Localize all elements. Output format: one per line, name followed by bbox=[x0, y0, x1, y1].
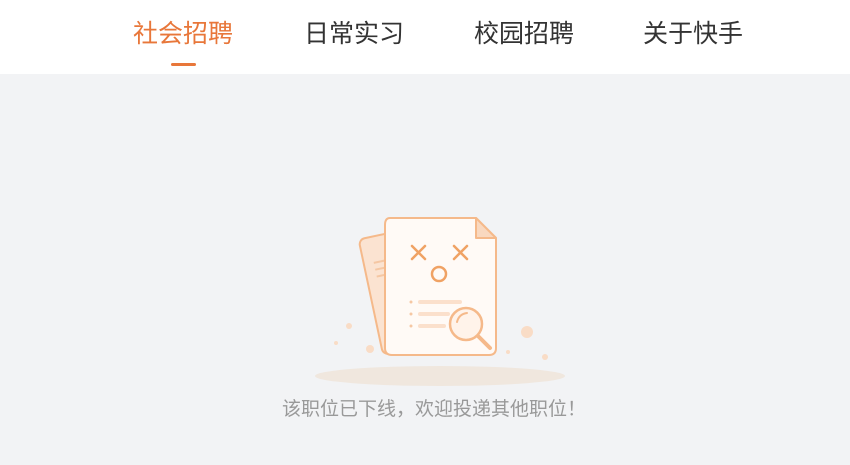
tab-about-kuaishou[interactable]: 关于快手 bbox=[643, 14, 743, 54]
top-navigation: 社会招聘 日常实习 校园招聘 关于快手 bbox=[0, 0, 850, 74]
tab-campus-recruitment[interactable]: 校园招聘 bbox=[474, 14, 574, 54]
active-tab-indicator bbox=[171, 63, 196, 66]
offline-message: 该职位已下线，欢迎投递其他职位！ bbox=[281, 398, 586, 420]
tab-social-recruitment[interactable]: 社会招聘 bbox=[133, 14, 233, 54]
offline-document-icon bbox=[315, 217, 565, 386]
tab-daily-internship[interactable]: 日常实习 bbox=[304, 14, 404, 54]
